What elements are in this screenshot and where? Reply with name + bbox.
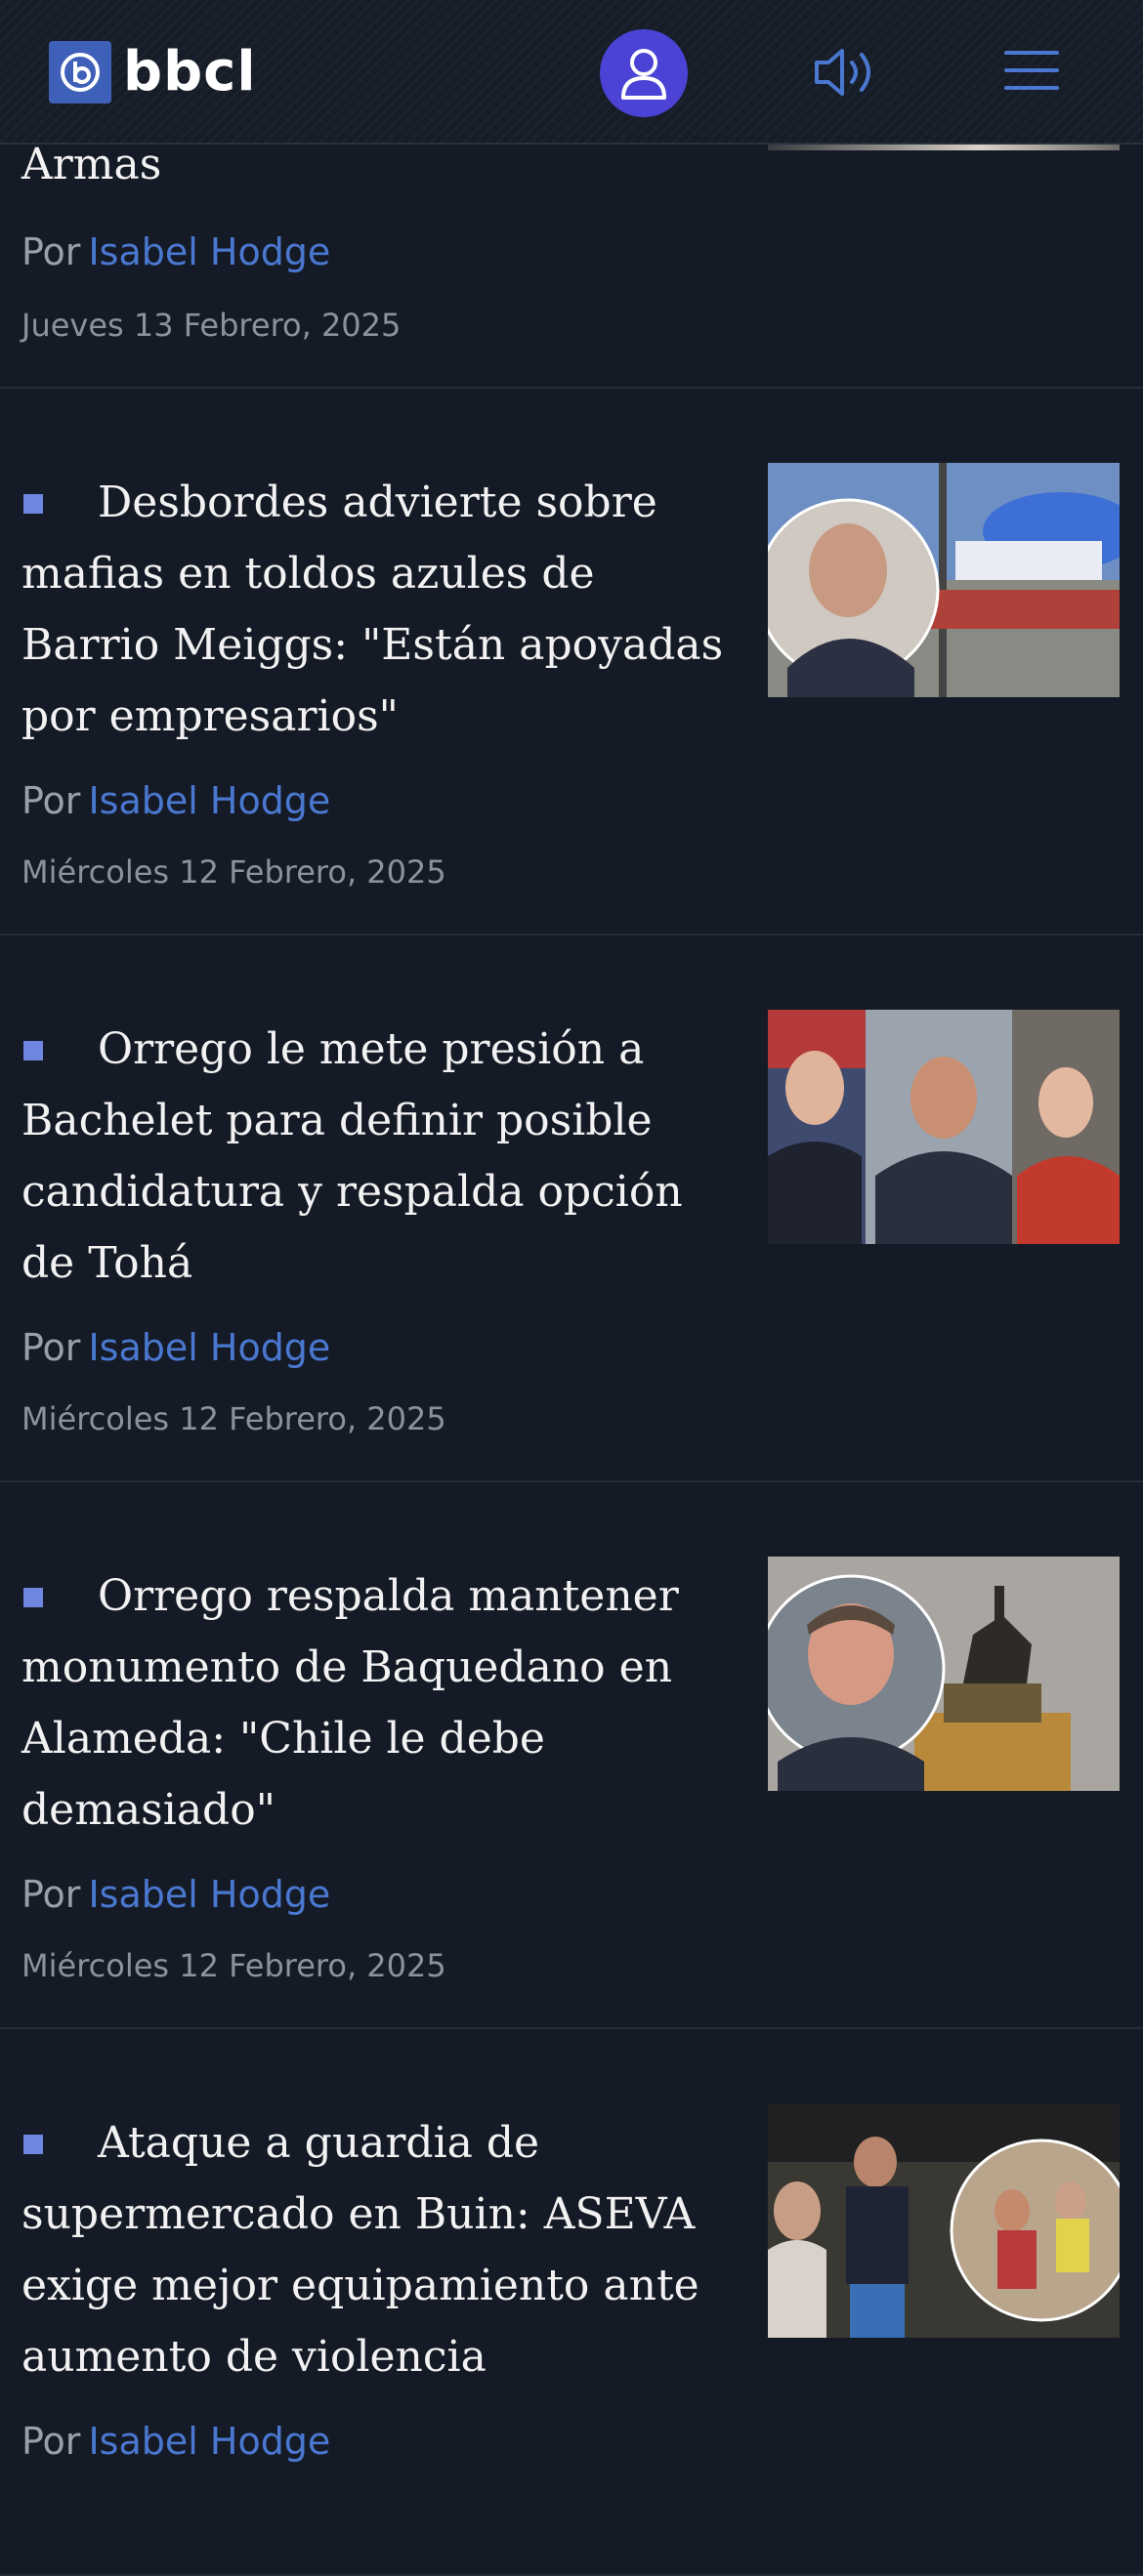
- byline-prefix: Por: [21, 779, 81, 822]
- article-date: Miércoles 12 Febrero, 2025: [21, 1400, 446, 1437]
- article-thumbnail[interactable]: [768, 145, 1120, 150]
- article-thumbnail[interactable]: [768, 2103, 1120, 2338]
- article-item[interactable]: Orrego respalda mantener monumento de Ba…: [0, 1482, 1143, 2029]
- author-link[interactable]: Isabel Hodge: [88, 779, 330, 822]
- article-date: Miércoles 12 Febrero, 2025: [21, 1947, 446, 1984]
- user-icon: [621, 49, 666, 100]
- author-link[interactable]: Isabel Hodge: [88, 2420, 330, 2463]
- author-link[interactable]: Isabel Hodge: [88, 1873, 330, 1916]
- menu-button[interactable]: [1000, 43, 1063, 98]
- article-headline[interactable]: Orrego respalda mantener monumento de Ba…: [21, 1560, 744, 1846]
- hamburger-menu-icon: [1004, 51, 1059, 90]
- byline-prefix: Por: [21, 230, 81, 273]
- article-byline: Por Isabel Hodge: [21, 779, 330, 822]
- byline-prefix: Por: [21, 1873, 81, 1916]
- article-byline: Por Isabel Hodge: [21, 230, 330, 273]
- article-date: Jueves 13 Febrero, 2025: [21, 307, 402, 344]
- bbcl-logo-icon: [49, 41, 111, 104]
- article-byline: Por Isabel Hodge: [21, 1326, 330, 1369]
- user-account-button[interactable]: [600, 29, 688, 117]
- byline-prefix: Por: [21, 1326, 81, 1369]
- article-thumbnail[interactable]: [768, 1557, 1120, 1791]
- article-item[interactable]: Orrego le mete presión a Bachelet para d…: [0, 935, 1143, 1482]
- article-byline: Por Isabel Hodge: [21, 2420, 330, 2463]
- article-headline[interactable]: Ataque a guardia de supermercado en Buin…: [21, 2107, 744, 2392]
- article-thumbnail[interactable]: [768, 1010, 1120, 1244]
- author-link[interactable]: Isabel Hodge: [88, 230, 330, 273]
- article-date: Miércoles 12 Febrero, 2025: [21, 853, 446, 891]
- article-headline[interactable]: Desbordes advierte sobre mafias en toldo…: [21, 467, 744, 752]
- speaker-icon: [815, 49, 870, 96]
- site-logo[interactable]: bbcl: [49, 41, 257, 104]
- article-byline: Por Isabel Hodge: [21, 1873, 330, 1916]
- byline-prefix: Por: [21, 2420, 81, 2463]
- article-item[interactable]: Desbordes advierte sobre mafias en toldo…: [0, 389, 1143, 935]
- article-item[interactable]: Ataque a guardia de supermercado en Buin…: [0, 2029, 1143, 2576]
- article-thumbnail[interactable]: [768, 463, 1120, 697]
- audio-button[interactable]: [811, 43, 881, 102]
- article-headline[interactable]: Orrego le mete presión a Bachelet para d…: [21, 1014, 744, 1299]
- logo-text: bbcl: [123, 40, 257, 104]
- author-link[interactable]: Isabel Hodge: [88, 1326, 330, 1369]
- top-navbar: bbcl: [0, 0, 1143, 145]
